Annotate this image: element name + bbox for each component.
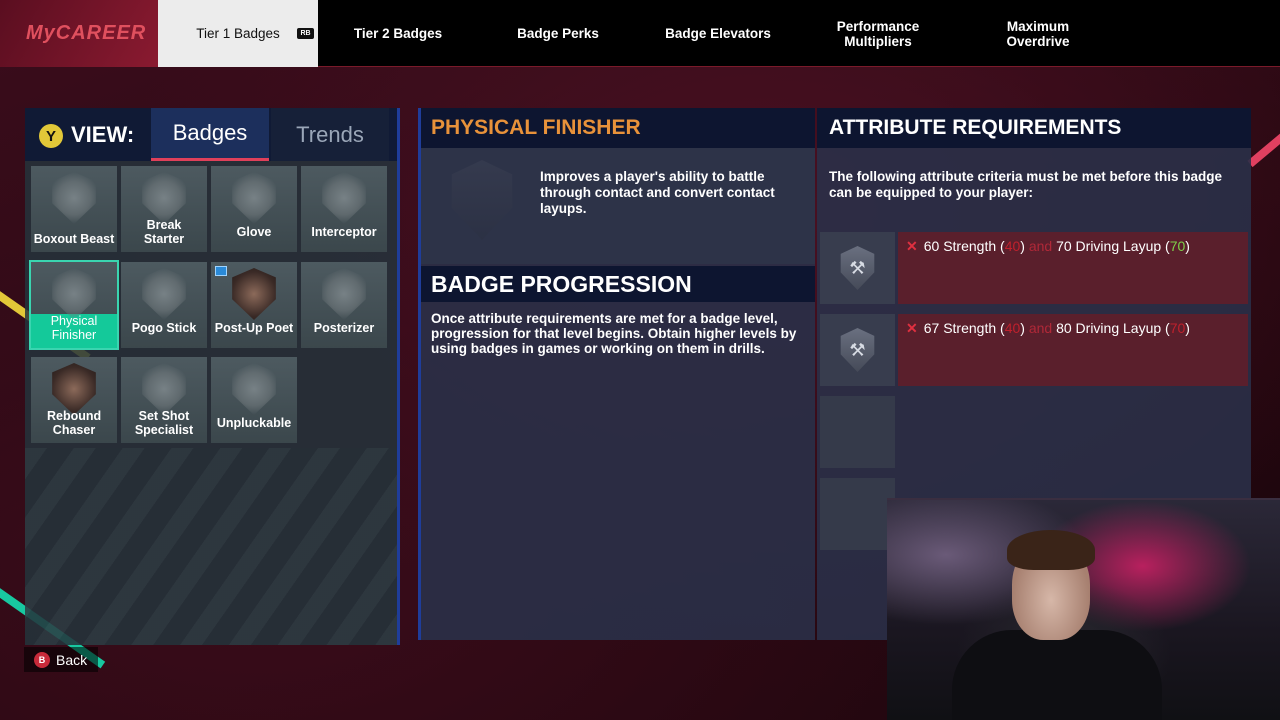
- progression-text: Once attribute requirements are met for …: [431, 311, 797, 356]
- new-badge-icon: [215, 266, 227, 276]
- and-label: and: [1028, 238, 1053, 254]
- badge-label: Set Shot Specialist: [134, 409, 194, 437]
- badge-physical-finisher[interactable]: Physical Finisher: [29, 260, 119, 350]
- requirement-text: ✕ 60 Strength (40) and 70 Driving Layup (…: [898, 232, 1248, 304]
- back-button[interactable]: B Back: [24, 647, 98, 672]
- requirements-title: ATTRIBUTE REQUIREMENTS: [817, 108, 1251, 148]
- top-nav: MyCAREER Tier 1 Badges RB Tier 2 Badges …: [0, 0, 1280, 67]
- requirement-text: ✕ 67 Strength (40) and 80 Driving Layup (…: [898, 314, 1248, 386]
- rb-button-icon: RB: [297, 28, 314, 39]
- badge-shield-icon: [52, 268, 96, 320]
- badge-label: Physical Finisher: [50, 314, 98, 342]
- badge-emblem-icon: [451, 160, 513, 240]
- b-button-icon: B: [34, 651, 50, 668]
- badge-shield-icon: [232, 363, 276, 415]
- tab-maximum-overdrive[interactable]: Maximum Overdrive: [958, 0, 1118, 67]
- badge-shield-icon: [142, 363, 186, 415]
- y-button-icon: Y: [39, 124, 63, 148]
- brand-logo: MyCAREER: [0, 0, 158, 67]
- requirement-row: ⚒ ✕ 67 Strength (40) and 80 Driving Layup…: [820, 314, 1248, 386]
- badge-description-area: Improves a player's ability to battle th…: [421, 148, 815, 264]
- progression-title: BADGE PROGRESSION: [421, 266, 815, 302]
- back-label: Back: [56, 651, 88, 668]
- requirement-row: ⚒ ✕ 60 Strength (40) and 70 Driving Layup…: [820, 232, 1248, 304]
- tab-trends[interactable]: Trends: [271, 108, 389, 161]
- fail-x-icon: ✕: [906, 320, 918, 336]
- empty-requirement-slot: [820, 396, 895, 468]
- tab-label: Tier 2 Badges: [353, 26, 443, 41]
- badge-rebound-chaser[interactable]: Rebound Chaser: [31, 357, 117, 443]
- badge-label: Boxout Beast: [33, 232, 115, 246]
- badge-description: Improves a player's ability to battle th…: [540, 169, 775, 216]
- current-value-2: 70: [1169, 320, 1186, 336]
- badge-shield-icon: [322, 268, 366, 320]
- tab-label: Maximum Overdrive: [1006, 18, 1070, 49]
- fail-x-icon: ✕: [906, 238, 918, 254]
- badge-posterizer[interactable]: Posterizer: [301, 262, 387, 348]
- tab-badge-elevators[interactable]: Badge Elevators: [638, 0, 798, 67]
- badge-label: Unpluckable: [216, 416, 292, 430]
- badge-detail-panel: PHYSICAL FINISHER Improves a player's ab…: [418, 108, 815, 640]
- and-label: and: [1028, 320, 1053, 336]
- tab-tier-1-badges[interactable]: Tier 1 Badges RB: [158, 0, 318, 67]
- current-value-1: 40: [1004, 238, 1021, 254]
- badge-pogo-stick[interactable]: Pogo Stick: [121, 262, 207, 348]
- webcam-overlay: [887, 498, 1280, 720]
- badge-label: Post-Up Poet: [214, 321, 294, 335]
- badge-label: Interceptor: [311, 225, 377, 239]
- badge-shield-icon: [142, 268, 186, 320]
- tab-badge-perks[interactable]: Badge Perks: [478, 0, 638, 67]
- requirement-icon-box: ⚒: [820, 314, 895, 386]
- badge-label: Break Starter: [143, 218, 185, 246]
- badge-set-shot-specialist[interactable]: Set Shot Specialist: [121, 357, 207, 443]
- badge-shield-icon: [232, 172, 276, 224]
- badge-label: Pogo Stick: [131, 321, 197, 335]
- badge-break-starter[interactable]: Break Starter: [121, 166, 207, 252]
- requirement-1: 60 Strength: [923, 238, 997, 254]
- badge-shield-icon: [322, 172, 366, 224]
- view-header: Y VIEW: Badges Trends: [25, 108, 397, 161]
- tab-label: Performance Multipliers: [836, 18, 920, 49]
- requirement-2: 80 Driving Layup: [1056, 320, 1162, 336]
- current-value-1: 40: [1004, 320, 1021, 336]
- badge-post-up-poet[interactable]: Post-Up Poet: [211, 262, 297, 348]
- empty-requirement-slot: [820, 478, 895, 550]
- requirements-intro: The following attribute criteria must be…: [829, 169, 1223, 200]
- requirement-icon-box: ⚒: [820, 232, 895, 304]
- view-label: VIEW:: [71, 122, 135, 147]
- requirement-1: 67 Strength: [923, 320, 997, 336]
- badge-label: Glove: [236, 225, 272, 239]
- badge-shield-icon: [232, 268, 276, 320]
- requirement-2: 70 Driving Layup: [1056, 238, 1162, 254]
- tab-tier-2-badges[interactable]: Tier 2 Badges: [318, 0, 478, 67]
- hammer-badge-icon: ⚒: [840, 246, 875, 290]
- badge-shield-icon: [52, 172, 96, 224]
- badge-title: PHYSICAL FINISHER: [421, 108, 815, 148]
- tab-label: Tier 1 Badges: [196, 26, 280, 41]
- badge-unpluckable[interactable]: Unpluckable: [211, 357, 297, 443]
- badge-label: Posterizer: [313, 321, 375, 335]
- badge-grid-panel: Y VIEW: Badges Trends Boxout Beast Break…: [25, 108, 400, 645]
- badge-label: Rebound Chaser: [47, 409, 102, 437]
- tab-badges[interactable]: Badges: [151, 108, 269, 161]
- tab-label: Badge Elevators: [665, 26, 771, 41]
- badge-glove[interactable]: Glove: [211, 166, 297, 252]
- hammer-badge-icon: ⚒: [840, 328, 875, 372]
- current-value-2: 70: [1169, 238, 1186, 254]
- webcam-person-hair: [1007, 530, 1095, 570]
- badge-interceptor[interactable]: Interceptor: [301, 166, 387, 252]
- badge-boxout-beast[interactable]: Boxout Beast: [31, 166, 117, 252]
- tab-performance-multipliers[interactable]: Performance Multipliers: [798, 0, 958, 67]
- webcam-person-torso: [952, 630, 1162, 720]
- badge-shield-icon: [142, 172, 186, 224]
- tab-label: Badge Perks: [517, 26, 599, 41]
- badge-shield-icon: [52, 363, 96, 415]
